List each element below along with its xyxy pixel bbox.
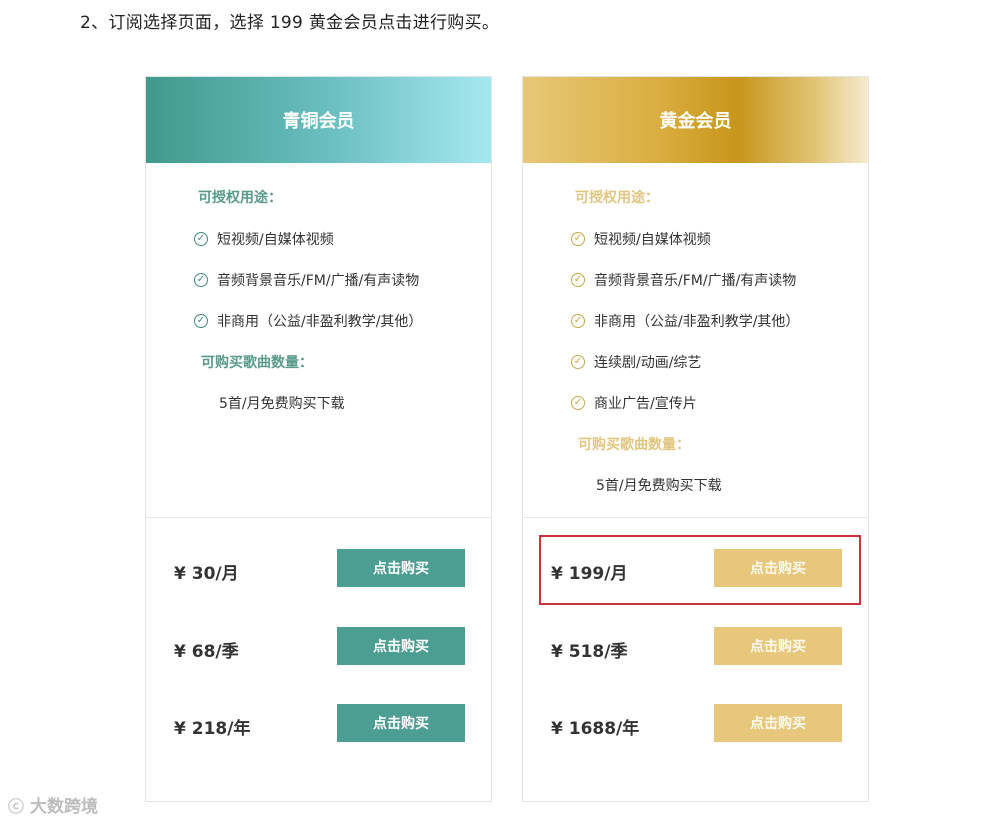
price-label: ¥ 30/月 <box>174 564 239 584</box>
check-circle-icon: ✓ <box>571 355 585 369</box>
usage-title: 可授权用途： <box>575 190 659 206</box>
feature-item: ✓ 音频背景音乐/FM/广播/有声读物 <box>571 270 796 290</box>
buy-button[interactable]: 点击购买 <box>714 704 842 742</box>
buy-button[interactable]: 点击购买 <box>337 627 465 665</box>
price-label: ¥ 218/年 <box>174 719 251 739</box>
price-row-quarterly: ¥ 68/季 点击购买 <box>174 627 466 667</box>
price-row-yearly: ¥ 218/年 点击购买 <box>174 704 466 744</box>
price-row-quarterly: ¥ 518/季 点击购买 <box>551 627 843 667</box>
feature-item: ✓ 非商用（公益/非盈利教学/其他） <box>194 311 422 331</box>
watermark: ⓒ 大数跨境 <box>8 792 98 818</box>
price-label: ¥ 1688/年 <box>551 719 640 739</box>
feature-item: ✓ 非商用（公益/非盈利教学/其他） <box>571 311 799 331</box>
feature-item: ✓ 音频背景音乐/FM/广播/有声读物 <box>194 270 419 290</box>
check-circle-icon: ✓ <box>571 396 585 410</box>
buy-button[interactable]: 点击购买 <box>714 627 842 665</box>
check-circle-icon: ✓ <box>571 273 585 287</box>
buy-button[interactable]: 点击购买 <box>337 549 465 587</box>
price-label: ¥ 68/季 <box>174 642 239 662</box>
brand-logo-icon: ⓒ <box>8 796 25 816</box>
check-circle-icon: ✓ <box>571 314 585 328</box>
feature-item: ✓ 连续剧/动画/综艺 <box>571 352 701 372</box>
instruction-text: 2、订阅选择页面，选择 199 黄金会员点击进行购买。 <box>80 13 500 33</box>
price-row-monthly: ¥ 30/月 点击购买 <box>174 549 466 589</box>
quota-title: 可购买歌曲数量： <box>201 355 313 371</box>
quota-text: 5首/月免费购买下载 <box>219 396 345 412</box>
check-circle-icon: ✓ <box>194 232 208 246</box>
gold-plan-title: 黄金会员 <box>523 77 868 163</box>
selection-highlight-box <box>539 535 861 605</box>
quota-text: 5首/月免费购买下载 <box>596 478 722 494</box>
gold-plan-card: 黄金会员 可授权用途： ✓ 短视频/自媒体视频 ✓ 音频背景音乐/FM/广播/有… <box>522 76 869 802</box>
price-row-yearly: ¥ 1688/年 点击购买 <box>551 704 843 744</box>
usage-title: 可授权用途： <box>198 190 282 206</box>
check-circle-icon: ✓ <box>571 232 585 246</box>
bronze-features: 可授权用途： ✓ 短视频/自媒体视频 ✓ 音频背景音乐/FM/广播/有声读物 ✓… <box>146 163 491 518</box>
check-circle-icon: ✓ <box>194 314 208 328</box>
bronze-plan-title: 青铜会员 <box>146 77 491 163</box>
quota-title: 可购买歌曲数量： <box>578 437 690 453</box>
feature-item: ✓ 短视频/自媒体视频 <box>571 229 711 249</box>
feature-item: ✓ 商业广告/宣传片 <box>571 393 697 413</box>
bronze-plan-card: 青铜会员 可授权用途： ✓ 短视频/自媒体视频 ✓ 音频背景音乐/FM/广播/有… <box>145 76 492 802</box>
gold-features: 可授权用途： ✓ 短视频/自媒体视频 ✓ 音频背景音乐/FM/广播/有声读物 ✓… <box>523 163 868 518</box>
check-circle-icon: ✓ <box>194 273 208 287</box>
feature-item: ✓ 短视频/自媒体视频 <box>194 229 334 249</box>
price-label: ¥ 518/季 <box>551 642 628 662</box>
buy-button[interactable]: 点击购买 <box>337 704 465 742</box>
